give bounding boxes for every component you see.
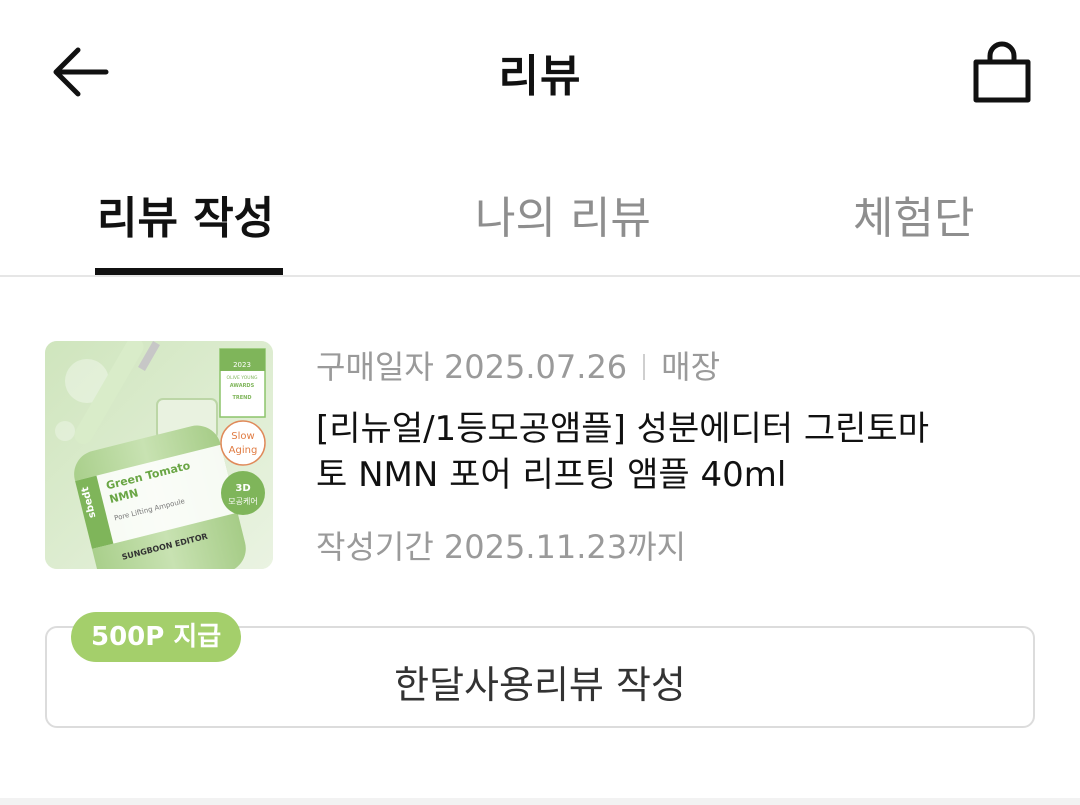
svg-text:모공케어: 모공케어 bbox=[228, 496, 257, 506]
order-item: sbedt Green Tomato NMN Pore Lifting Ampo… bbox=[0, 278, 1080, 805]
tab-write-review[interactable]: 리뷰 작성 bbox=[97, 182, 274, 246]
tab-my-reviews[interactable]: 나의 리뷰 bbox=[475, 182, 651, 246]
shopping-bag-icon bbox=[973, 41, 1031, 103]
svg-text:2023: 2023 bbox=[233, 361, 251, 369]
page-title: 리뷰 bbox=[498, 51, 582, 102]
review-button-label: 한달사용리뷰 작성 bbox=[394, 663, 686, 707]
active-tab-indicator bbox=[95, 268, 283, 275]
app-header: 리뷰 bbox=[0, 0, 1080, 145]
purchase-store: 매장 bbox=[661, 348, 721, 386]
purchase-date: 2025.07.26 bbox=[443, 348, 628, 386]
purchase-date-label: 구매일자 bbox=[316, 348, 434, 386]
svg-text:TREND: TREND bbox=[232, 395, 251, 401]
svg-text:3D: 3D bbox=[235, 483, 250, 494]
svg-text:Aging: Aging bbox=[229, 445, 258, 456]
product-thumbnail[interactable]: sbedt Green Tomato NMN Pore Lifting Ampo… bbox=[45, 341, 273, 569]
section-divider bbox=[0, 798, 1080, 805]
purchase-meta: 구매일자 2025.07.26 매장 bbox=[316, 342, 720, 388]
review-tabs: 리뷰 작성 나의 리뷰 체험단 bbox=[0, 160, 1080, 277]
svg-text:Slow: Slow bbox=[231, 431, 254, 442]
cart-button[interactable] bbox=[970, 40, 1034, 104]
product-name[interactable]: [리뉴얼/1등모공앰플] 성분에디터 그린토마토 NMN 포어 리프팅 앰플 4… bbox=[316, 406, 956, 498]
product-image: sbedt Green Tomato NMN Pore Lifting Ampo… bbox=[45, 341, 273, 569]
tab-tester-group[interactable]: 체험단 bbox=[853, 182, 974, 246]
review-deadline: 작성기간 2025.11.23까지 bbox=[316, 528, 687, 566]
svg-text:AWARDS: AWARDS bbox=[230, 383, 255, 389]
reward-points-badge: 500P 지급 bbox=[71, 612, 242, 662]
meta-divider bbox=[643, 354, 646, 380]
svg-text:OLIVE YOUNG: OLIVE YOUNG bbox=[227, 375, 258, 381]
